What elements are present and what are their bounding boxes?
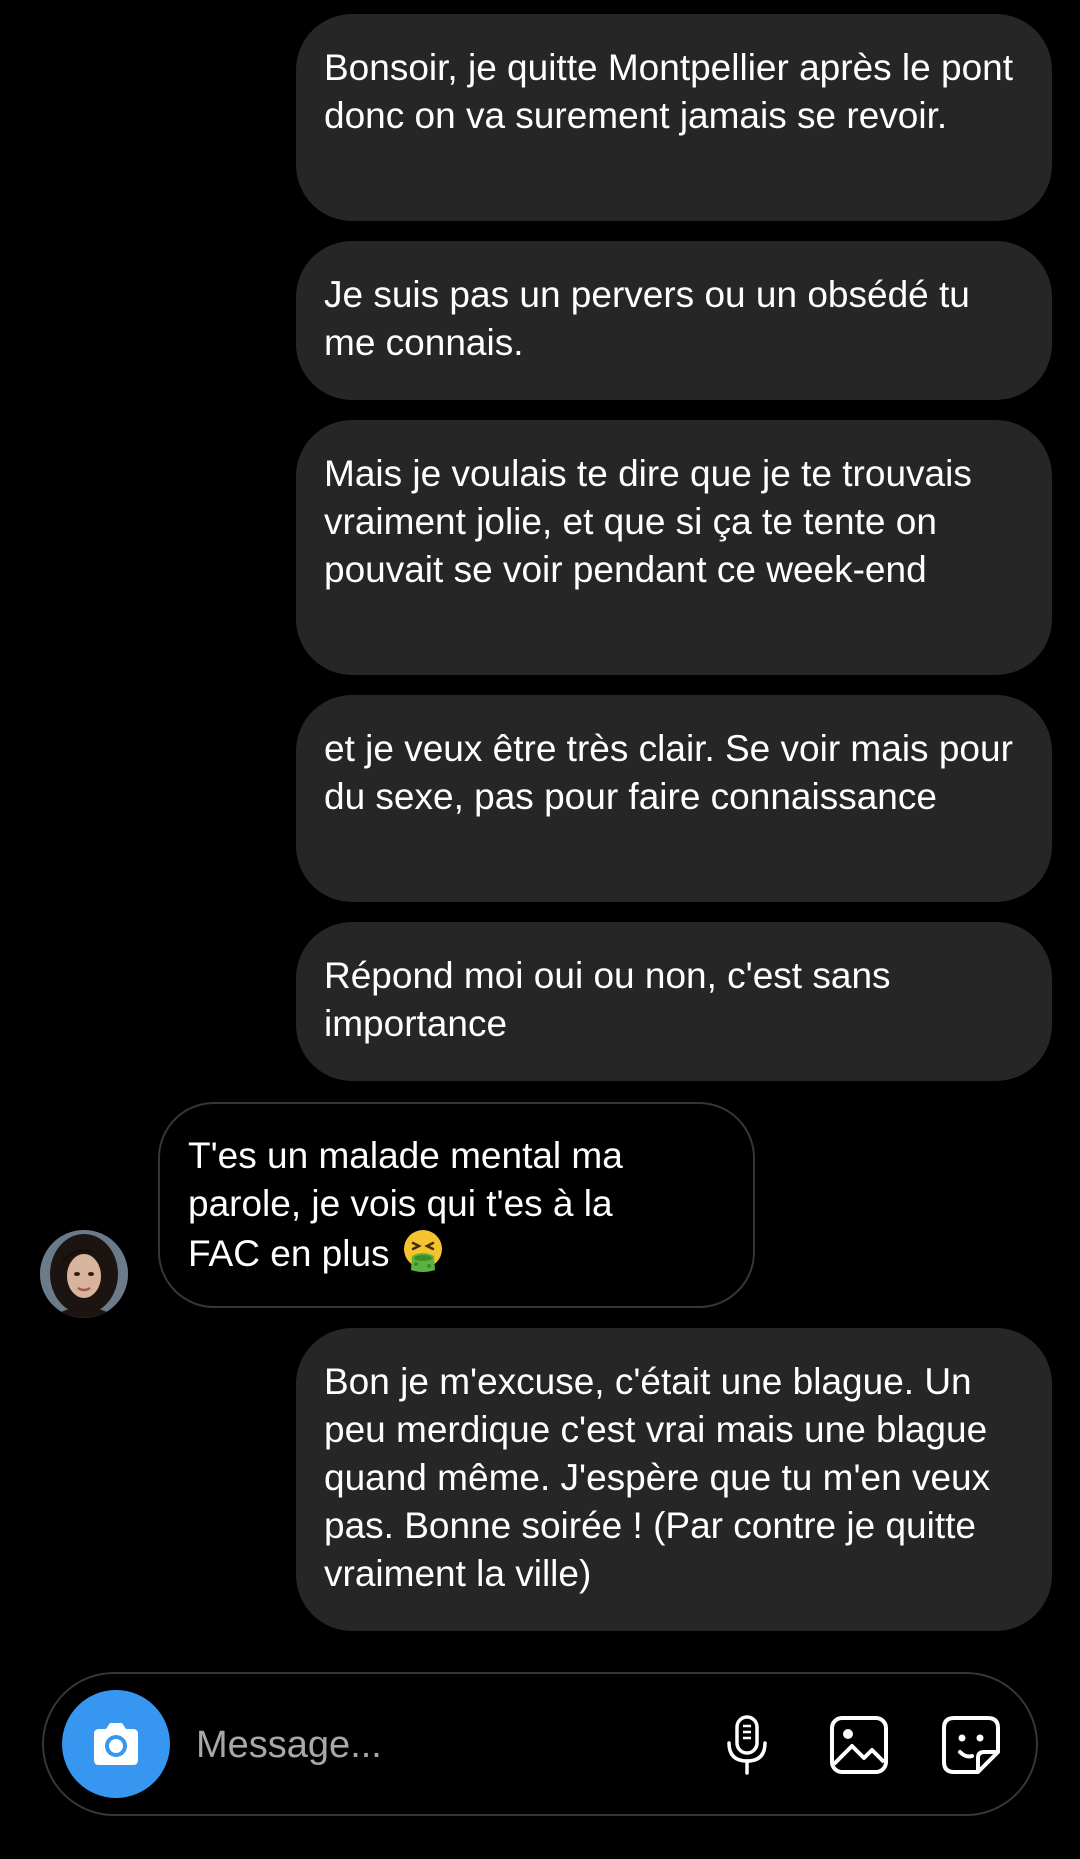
avatar-image [40, 1230, 128, 1318]
message-text: Bon je m'excuse, c'était une blague. Un … [324, 1361, 991, 1594]
voice-message-button[interactable] [712, 1710, 782, 1780]
camera-icon [94, 1723, 138, 1765]
message-text-line: parole, je vois qui t'es à la [188, 1183, 613, 1224]
message-text: et je veux être très clair. Se voir mais… [324, 728, 1013, 817]
gallery-icon [830, 1716, 888, 1774]
message-composer [42, 1672, 1038, 1816]
message-bubble-sent[interactable]: Répond moi oui ou non, c'est sans import… [296, 922, 1052, 1081]
message-bubble-sent[interactable]: Je suis pas un pervers ou un obsédé tu m… [296, 241, 1052, 400]
message-bubble-sent[interactable]: Bon je m'excuse, c'était une blague. Un … [296, 1328, 1052, 1631]
sticker-button[interactable] [936, 1710, 1006, 1780]
face-vomiting-emoji [403, 1230, 442, 1272]
gallery-button[interactable] [824, 1710, 894, 1780]
message-text: Je suis pas un pervers ou un obsédé tu m… [324, 274, 970, 363]
message-bubble-sent[interactable]: Bonsoir, je quitte Montpellier après le … [296, 14, 1052, 221]
message-text-line: T'es un malade mental ma [188, 1135, 623, 1176]
sticker-icon [942, 1716, 1000, 1774]
camera-button[interactable] [62, 1690, 170, 1798]
message-text-end: FAC en plus [188, 1233, 390, 1274]
message-text: Bonsoir, je quitte Montpellier après le … [324, 47, 1014, 136]
message-bubble-sent[interactable]: et je veux être très clair. Se voir mais… [296, 695, 1052, 902]
message-text: Mais je voulais te dire que je te trouva… [324, 453, 972, 590]
message-text: Répond moi oui ou non, c'est sans import… [324, 955, 891, 1044]
microphone-icon [727, 1715, 767, 1775]
message-bubble-received[interactable]: T'es un malade mental ma parole, je vois… [158, 1102, 755, 1308]
message-bubble-sent[interactable]: Mais je voulais te dire que je te trouva… [296, 420, 1052, 675]
contact-avatar[interactable] [40, 1230, 128, 1318]
message-input[interactable] [196, 1710, 716, 1780]
message-text-line: FAC en plus [188, 1228, 725, 1278]
